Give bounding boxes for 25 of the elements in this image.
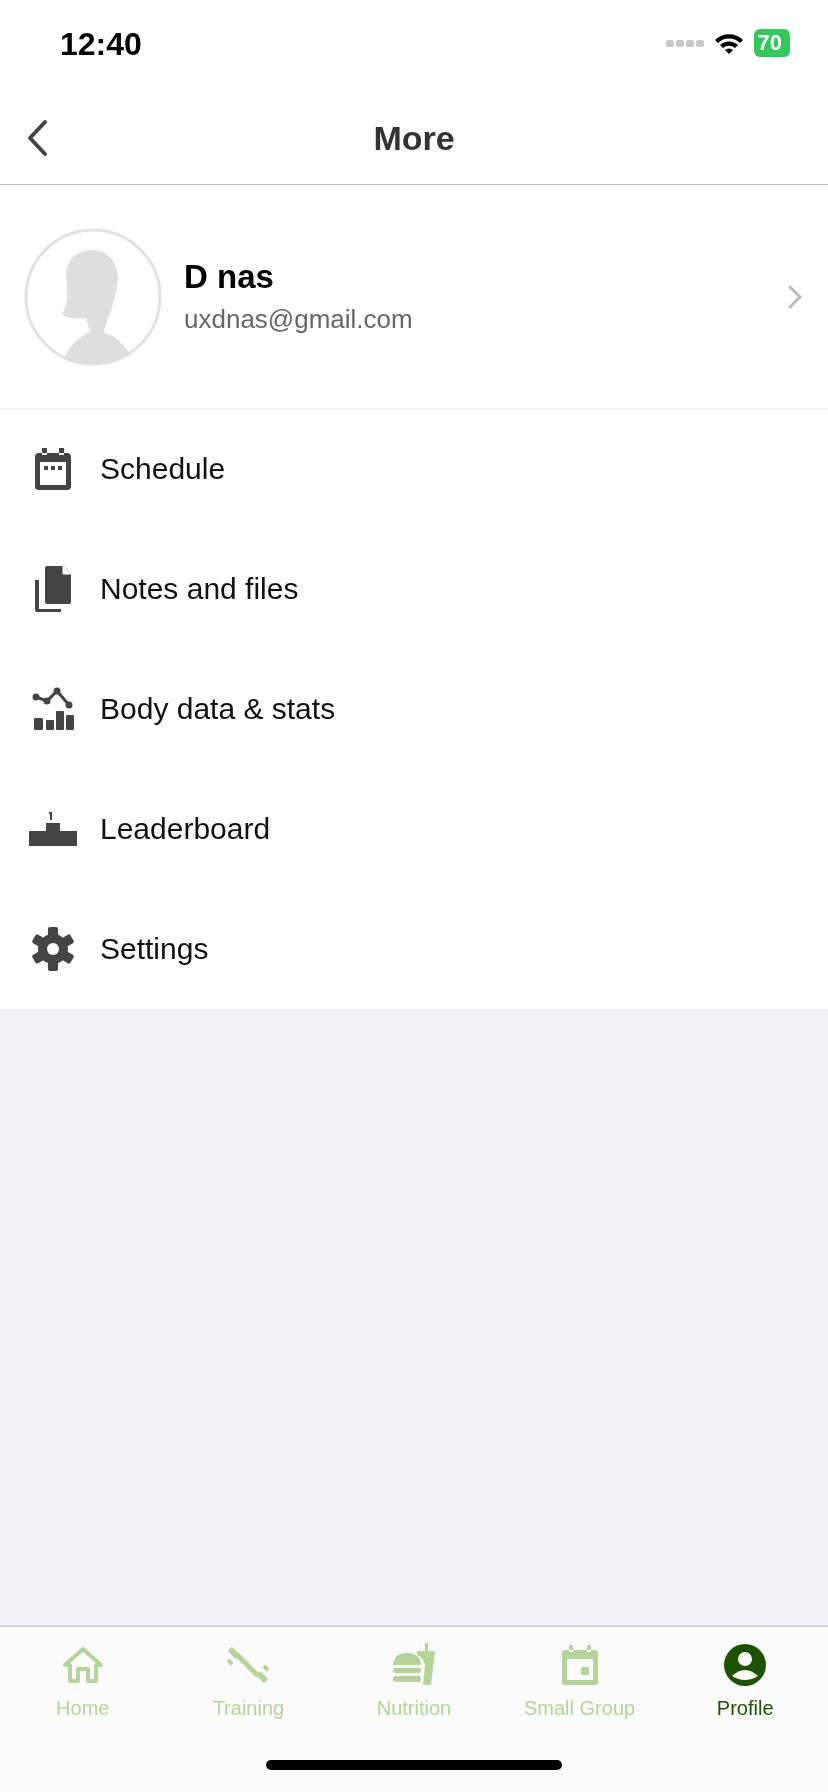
chart-icon [32, 687, 74, 731]
page-title: More [373, 118, 455, 158]
back-icon[interactable] [26, 119, 48, 157]
profile-email: uxdnas@gmail.com [184, 304, 413, 335]
signal-icon [665, 38, 704, 48]
calendar-icon [33, 447, 73, 491]
burger-drink-icon [391, 1643, 437, 1687]
profile-icon [724, 1643, 767, 1687]
menu-item[interactable]: Leaderboard [0, 769, 828, 889]
profile-row[interactable]: D nas uxdnas@gmail.com [0, 185, 828, 409]
menu-item[interactable]: Schedule [0, 409, 828, 529]
avatar-icon [24, 227, 162, 366]
status-time: 12:40 [60, 25, 142, 63]
podium-icon [29, 811, 77, 847]
documents-icon [33, 566, 73, 612]
menu-item[interactable]: Settings [0, 889, 828, 1009]
menu-item[interactable]: Body data & stats [0, 649, 828, 769]
menu-item[interactable]: Notes and files [0, 529, 828, 649]
profile-name: D nas [184, 258, 274, 296]
chevron-icon [788, 284, 802, 309]
tab-item[interactable]: Profile [662, 1643, 828, 1733]
calendar-icon [560, 1643, 599, 1687]
wifi-icon [713, 32, 744, 54]
settings-icon [29, 925, 77, 973]
battery-indicator: 70 [753, 29, 790, 57]
